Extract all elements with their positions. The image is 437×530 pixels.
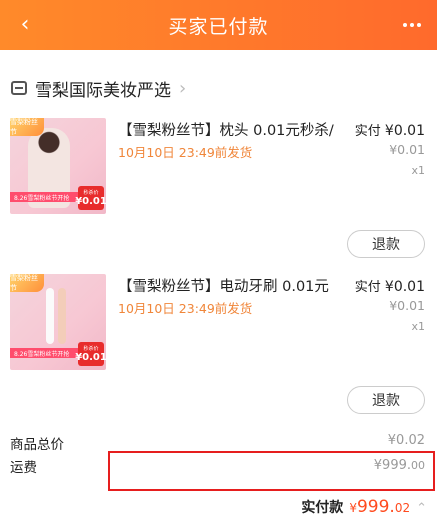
actual-payment-label: 实付款 bbox=[301, 500, 344, 516]
product-name[interactable]: 【雪梨粉丝节】电动牙刷 0.01元 bbox=[118, 275, 346, 296]
paid-price: 实付 ¥0.01 bbox=[355, 120, 425, 139]
actual-payment-amount: 999. bbox=[356, 497, 395, 517]
shipping-value: ¥999.00 bbox=[374, 458, 425, 473]
festival-badge: 雪梨粉丝节 bbox=[10, 274, 44, 292]
top-bar: ‹ 买家已付款 bbox=[0, 0, 437, 50]
chevron-right-icon: › bbox=[179, 77, 187, 99]
shipping-value-main: ¥999. bbox=[373, 458, 411, 473]
toothbrush-white-image bbox=[46, 288, 54, 344]
paid-amount: ¥0.01 bbox=[384, 279, 425, 295]
thumb-price-label: 秒杀价 bbox=[83, 346, 99, 352]
order-item[interactable]: 雪梨粉丝节 8.26雪梨粉丝节开抢 秒杀价 ¥0.01 【雪梨粉丝节】电动牙刷 … bbox=[0, 274, 437, 424]
back-chevron-icon[interactable]: ‹ bbox=[12, 10, 38, 40]
thumb-price-label: 秒杀价 bbox=[83, 190, 99, 196]
store-icon bbox=[11, 81, 27, 95]
order-item[interactable]: 雪梨粉丝节 8.26雪梨粉丝节开抢 秒杀价 ¥0.01 【雪梨粉丝节】枕头 0.… bbox=[0, 118, 437, 268]
festival-badge: 雪梨粉丝节 bbox=[10, 118, 44, 136]
product-name[interactable]: 【雪梨粉丝节】枕头 0.01元秒杀/ bbox=[118, 119, 346, 140]
more-options-icon[interactable] bbox=[397, 12, 427, 38]
refund-button[interactable]: 退款 bbox=[347, 230, 425, 258]
paid-label: 实付 bbox=[354, 124, 381, 139]
goods-total-label: 商品总价 bbox=[10, 437, 64, 453]
product-thumbnail[interactable]: 雪梨粉丝节 8.26雪梨粉丝节开抢 秒杀价 ¥0.01 bbox=[10, 274, 106, 370]
goods-total-value: ¥0.02 bbox=[387, 433, 425, 448]
promo-strip: 8.26雪梨粉丝节开抢 bbox=[10, 192, 80, 202]
promo-strip: 8.26雪梨粉丝节开抢 bbox=[10, 348, 80, 358]
store-name: 雪梨国际美妆严选 bbox=[35, 80, 171, 101]
thumb-price: ¥0.01 bbox=[75, 352, 106, 363]
quantity: x1 bbox=[411, 164, 425, 177]
actual-payment-decimal: 02 bbox=[394, 501, 411, 515]
original-price: ¥0.01 bbox=[389, 298, 425, 313]
shipping-label: 运费 bbox=[10, 460, 37, 476]
toothbrush-pink-image bbox=[58, 288, 66, 344]
actual-payment-currency: ¥ bbox=[349, 501, 357, 515]
original-price: ¥0.01 bbox=[389, 142, 425, 157]
paid-price: 实付 ¥0.01 bbox=[355, 276, 425, 295]
product-thumbnail[interactable]: 雪梨粉丝节 8.26雪梨粉丝节开抢 秒杀价 ¥0.01 bbox=[10, 118, 106, 214]
shipping-value-decimal: 00 bbox=[411, 459, 425, 472]
delivery-deadline: 10月10日 23:49前发货 bbox=[118, 301, 253, 316]
chevron-up-icon[interactable]: ⌃ bbox=[416, 501, 427, 516]
paid-label: 实付 bbox=[354, 280, 381, 295]
thumb-price: ¥0.01 bbox=[75, 196, 106, 207]
paid-amount: ¥0.01 bbox=[384, 123, 425, 139]
delivery-deadline: 10月10日 23:49前发货 bbox=[118, 145, 253, 160]
thumb-price-tag: 秒杀价 ¥0.01 bbox=[75, 342, 106, 366]
thumb-price-tag: 秒杀价 ¥0.01 bbox=[75, 186, 106, 210]
quantity: x1 bbox=[411, 320, 425, 333]
refund-button[interactable]: 退款 bbox=[347, 386, 425, 414]
actual-payment[interactable]: 实付款 ¥ 999. 02 ⌃ bbox=[301, 497, 427, 517]
page-title: 买家已付款 bbox=[168, 15, 269, 38]
store-header[interactable]: 雪梨国际美妆严选 › bbox=[0, 68, 437, 108]
